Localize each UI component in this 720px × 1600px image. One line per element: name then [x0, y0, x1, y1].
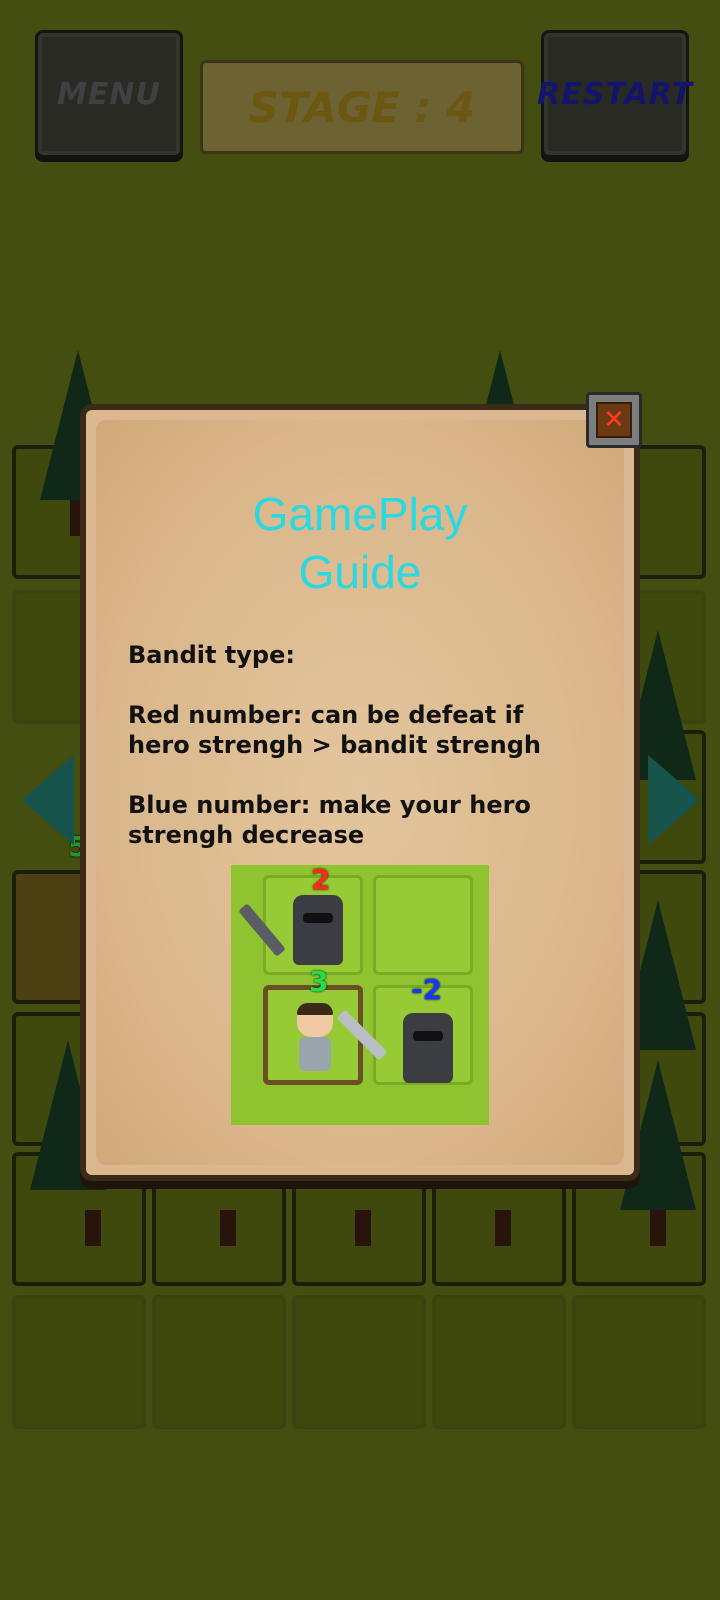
close-icon: ✕	[596, 402, 632, 438]
guide-illustration: 2 3 -2	[231, 865, 489, 1125]
restart-button[interactable]: RESTART	[537, 30, 692, 158]
red-number-description: Red number: can be defeat if hero streng…	[128, 701, 542, 759]
hero-icon	[291, 1003, 339, 1071]
bandit-type-label: Bandit type:	[128, 641, 295, 669]
menu-button[interactable]: MENU	[35, 30, 183, 158]
red-strength-number: 2	[311, 865, 331, 896]
bandit-knight-icon	[293, 895, 343, 965]
stage-label: STAGE : 4	[200, 60, 524, 154]
blue-strength-number: -2	[411, 973, 443, 1006]
dialog-title: GamePlay Guide	[252, 488, 468, 598]
hero-strength-number: 3	[309, 965, 329, 998]
bandit-knight-icon	[403, 1013, 453, 1083]
illustration-tile	[373, 875, 473, 975]
blue-number-description: Blue number: make your hero strengh decr…	[128, 791, 531, 849]
close-button[interactable]: ✕	[586, 392, 642, 448]
